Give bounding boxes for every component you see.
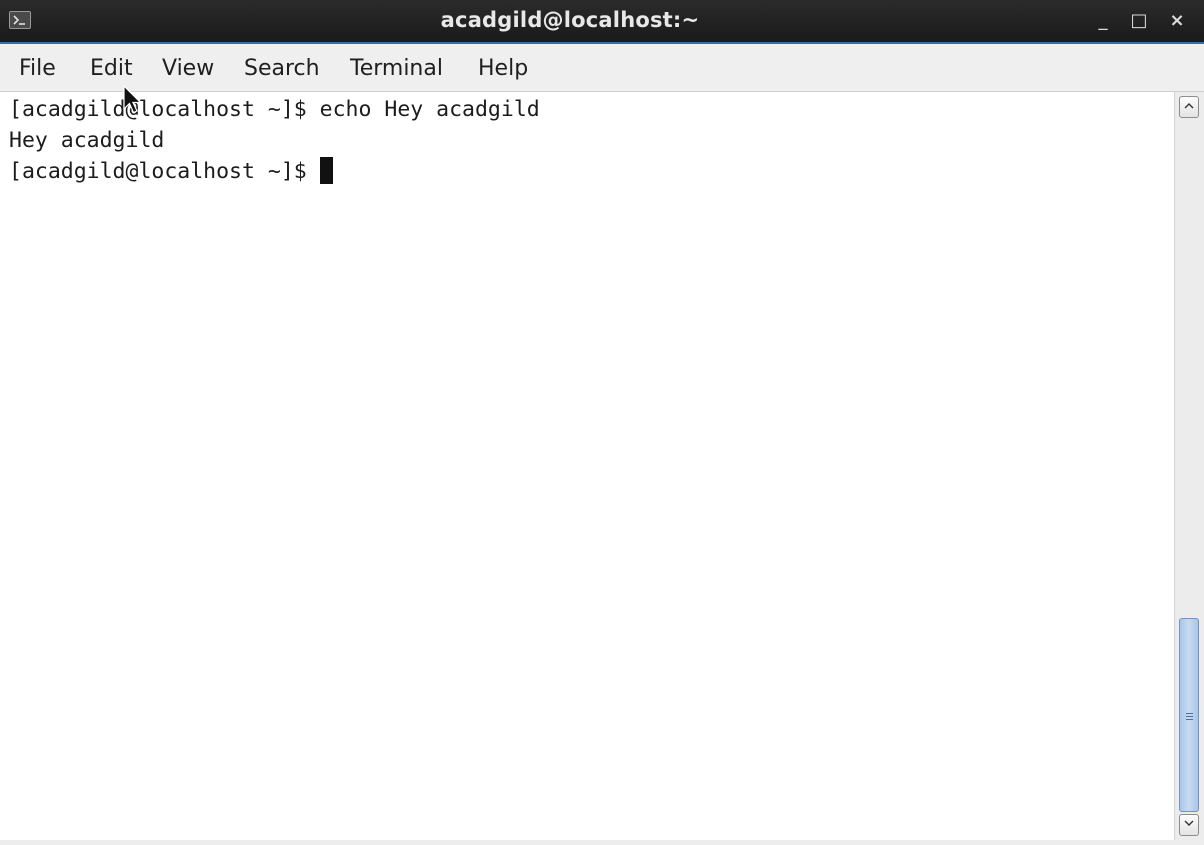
chevron-down-icon [1184, 820, 1194, 826]
menu-terminal[interactable]: Terminal [350, 44, 443, 92]
scroll-up-button[interactable] [1179, 96, 1199, 118]
scroll-thumb[interactable] [1179, 618, 1199, 812]
title-bar[interactable]: acadgild@localhost:~ _ □ × [0, 0, 1204, 44]
window-title: acadgild@localhost:~ [440, 8, 700, 32]
grip-line [1186, 713, 1193, 714]
menu-help[interactable]: Help [478, 44, 528, 92]
scroll-down-button[interactable] [1179, 814, 1199, 836]
terminal-prompt-line: [acadgild@localhost ~]$ [9, 157, 333, 187]
terminal-window: acadgild@localhost:~ _ □ × File Edit Vie… [0, 0, 1204, 845]
grip-line [1186, 719, 1193, 720]
menu-search[interactable]: Search [244, 44, 320, 92]
maximize-button[interactable]: □ [1128, 8, 1150, 34]
terminal-output-area[interactable]: [acadgild@localhost ~]$ echo Hey acadgil… [0, 92, 1174, 840]
vertical-scrollbar[interactable] [1174, 92, 1204, 840]
menu-edit[interactable]: Edit [90, 44, 133, 92]
menu-view[interactable]: View [162, 44, 214, 92]
window-bottom-border [0, 840, 1204, 845]
scroll-track[interactable] [1179, 120, 1199, 812]
terminal-prompt: [acadgild@localhost ~]$ [9, 159, 320, 184]
menu-bar: File Edit View Search Terminal Help [0, 44, 1204, 92]
grip-line [1186, 716, 1193, 717]
close-button[interactable]: × [1166, 8, 1188, 34]
terminal-line: [acadgild@localhost ~]$ echo Hey acadgil… [9, 97, 540, 122]
chevron-up-icon [1184, 103, 1194, 109]
menu-file[interactable]: File [19, 44, 56, 92]
text-cursor [319, 157, 333, 184]
minimize-button[interactable]: _ [1092, 8, 1114, 34]
terminal-line: Hey acadgild [9, 128, 165, 153]
